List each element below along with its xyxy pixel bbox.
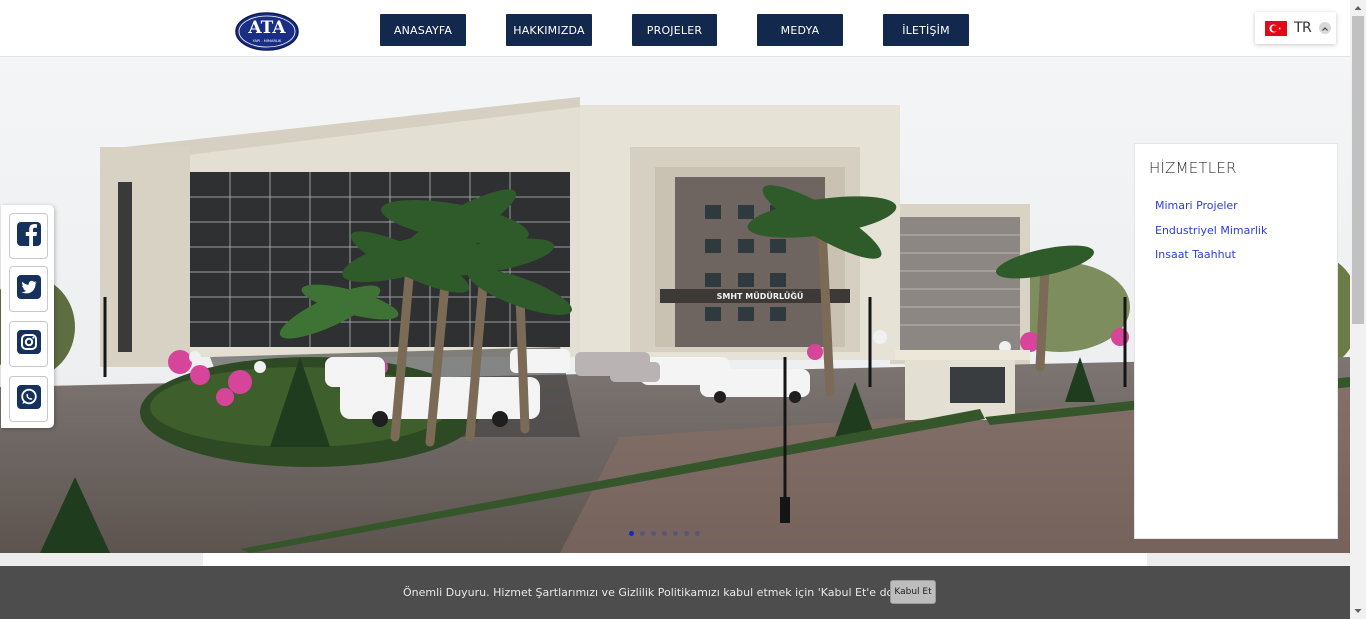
whatsapp-button[interactable] (9, 376, 48, 422)
chevron-up-icon (1319, 22, 1331, 34)
scroll-down-arrow-icon[interactable] (1350, 603, 1366, 619)
nav-projeler[interactable]: PROJELER (632, 14, 717, 46)
services-title: HİZMETLER (1149, 159, 1237, 177)
logo-tagline: YAPI - MİMARLIK (253, 38, 282, 43)
whatsapp-icon (16, 384, 42, 415)
carousel-dot[interactable] (629, 531, 634, 536)
turkey-flag-icon (1265, 21, 1287, 36)
service-link-insaat-taahhut[interactable]: Insaat Taahhut (1155, 248, 1236, 261)
nav-iletisim[interactable]: İLETİŞİM (883, 14, 969, 46)
services-panel: HİZMETLER Mimari Projeler Endustriyel Mi… (1134, 143, 1338, 539)
carousel-dot[interactable] (673, 531, 678, 536)
cookie-banner: Önemli Duyuru. Hizmet Şartlarımızı ve Gi… (0, 566, 1350, 619)
carousel-indicators (629, 531, 700, 536)
language-code: TR (1294, 20, 1312, 36)
carousel-dot[interactable] (695, 531, 700, 536)
service-link-mimari-projeler[interactable]: Mimari Projeler (1155, 199, 1238, 212)
facebook-button[interactable] (9, 213, 48, 259)
building-sign: SMHT MÜDÜRLÜĞÜ (717, 290, 804, 301)
cookie-message: Önemli Duyuru. Hizmet Şartlarımızı ve Gi… (403, 586, 931, 599)
facebook-icon (16, 221, 42, 252)
twitter-button[interactable] (9, 266, 48, 312)
content-card (203, 553, 1147, 566)
logo-letters: ATA (247, 18, 286, 38)
carousel-dot[interactable] (662, 531, 667, 536)
nav-anasayfa[interactable]: ANASAYFA (380, 14, 466, 46)
content-strip (0, 553, 1350, 566)
carousel-dot[interactable] (651, 531, 656, 536)
scroll-up-arrow-icon[interactable] (1350, 0, 1366, 16)
page-scrollbar[interactable] (1350, 0, 1366, 619)
carousel-dot[interactable] (684, 531, 689, 536)
instagram-icon (16, 329, 42, 360)
service-link-endustriyel-mimarlik[interactable]: Endustriyel Mimarlik (1155, 224, 1267, 237)
twitter-icon (16, 274, 42, 305)
site-header: ATA YAPI - MİMARLIK ANASAYFA HAKKIMIZDA … (0, 0, 1350, 57)
social-sidebar (1, 205, 54, 428)
scrollbar-thumb[interactable] (1352, 16, 1364, 324)
nav-medya[interactable]: MEDYA (757, 14, 843, 46)
cookie-accept-button[interactable]: Kabul Et (890, 580, 936, 604)
carousel-dot[interactable] (640, 531, 645, 536)
instagram-button[interactable] (9, 321, 48, 367)
nav-hakkimizda[interactable]: HAKKIMIZDA (506, 14, 592, 46)
language-selector[interactable]: TR (1255, 12, 1336, 44)
ata-logo[interactable]: ATA YAPI - MİMARLIK (235, 12, 299, 51)
